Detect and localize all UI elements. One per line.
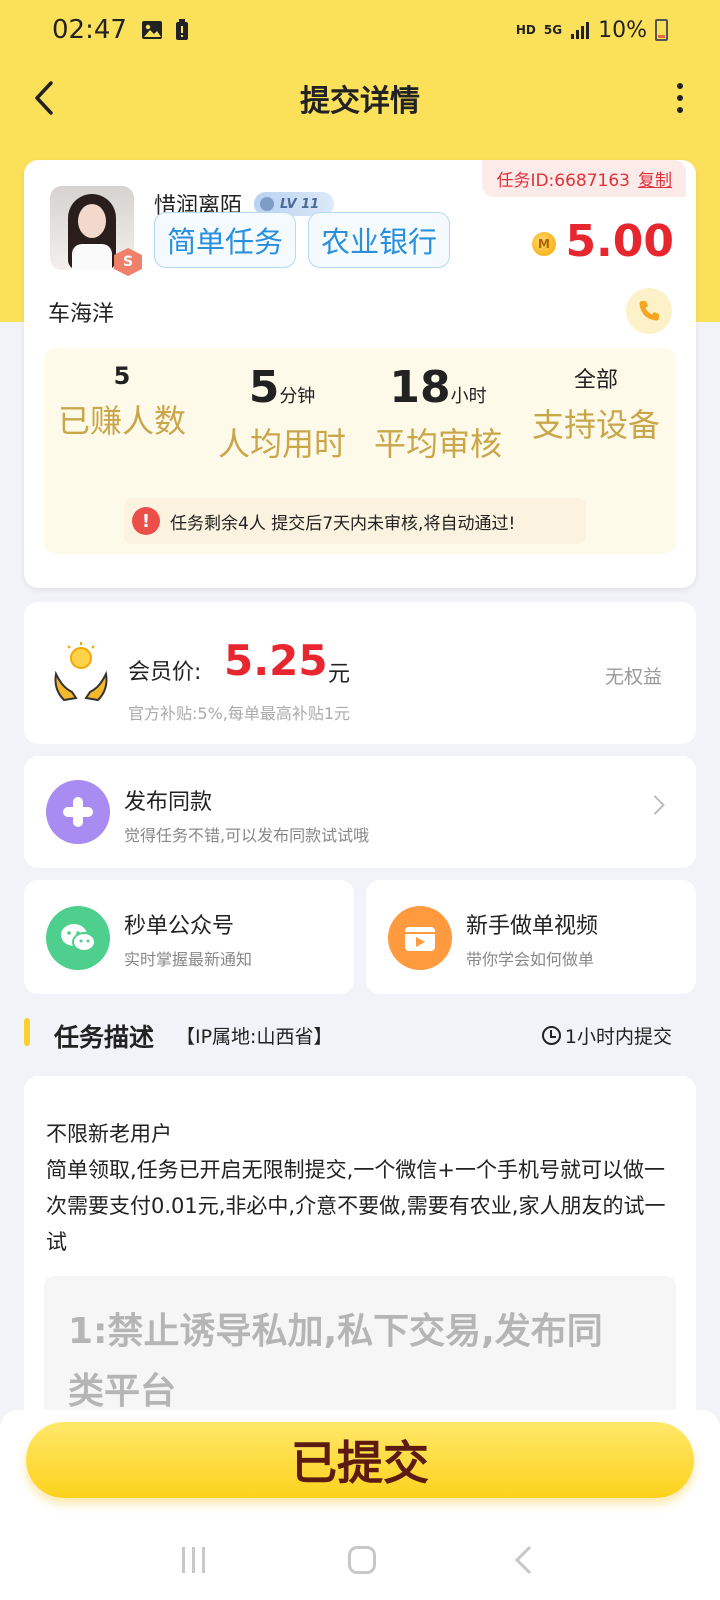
phone-icon bbox=[639, 301, 659, 321]
official-account-card[interactable]: 秒单公众号 实时掌握最新通知 bbox=[24, 880, 354, 994]
member-price-card: 会员价: 5.25 元 官方补贴:5%,每单最高补贴1元 无权益 bbox=[24, 602, 696, 744]
publish-subtitle: 觉得任务不错,可以发布同款试试哦 bbox=[124, 826, 370, 845]
member-rights[interactable]: 无权益 bbox=[605, 662, 662, 689]
stat-avg-time-unit: 分钟 bbox=[279, 386, 316, 407]
ip-location: 【IP属地:山西省】 bbox=[176, 1026, 333, 1048]
video-icon bbox=[388, 906, 452, 970]
task-price: 5.00 bbox=[565, 216, 674, 267]
battery-percent: 10% bbox=[598, 17, 647, 43]
coin-icon: M bbox=[532, 232, 556, 256]
stat-earned-label: 已赚人数 bbox=[57, 402, 186, 440]
stat-avg-time: 5分钟 人均用时 bbox=[204, 362, 360, 465]
home-icon[interactable] bbox=[347, 1546, 376, 1574]
publish-same-card[interactable]: 发布同款 觉得任务不错,可以发布同款试试哦 bbox=[24, 756, 696, 868]
task-summary-card: 任务ID:6687163 复制 S 惜润离陌 LV 11 简单任务 农业银行 M… bbox=[24, 160, 696, 588]
level-icon bbox=[260, 197, 274, 211]
stat-review-unit: 小时 bbox=[450, 386, 487, 407]
status-bar: 02:47 HD 5G 10% bbox=[0, 0, 720, 60]
battery-alert-icon bbox=[175, 19, 188, 40]
task-id-badge: 任务ID:6687163 复制 bbox=[482, 160, 686, 197]
stat-device-value: 全部 bbox=[573, 368, 618, 393]
nav-bar: 提交详情 bbox=[0, 60, 720, 136]
official-account-subtitle: 实时掌握最新通知 bbox=[124, 950, 253, 969]
rule-text: 1:禁止诱导私加,私下交易,发布同类平台 bbox=[68, 1311, 603, 1412]
copy-link[interactable]: 复制 bbox=[638, 166, 672, 191]
chevron-right-icon bbox=[645, 795, 665, 815]
submit-deadline: 1小时内提交 bbox=[541, 1022, 672, 1049]
submitted-button[interactable]: 已提交 bbox=[26, 1422, 694, 1498]
member-price-label: 会员价: bbox=[128, 660, 202, 685]
plus-icon bbox=[46, 780, 110, 844]
level-text: LV 11 bbox=[280, 196, 320, 212]
stat-review-label: 平均审核 bbox=[373, 425, 502, 463]
back-button[interactable] bbox=[22, 76, 66, 120]
coin-hands-icon bbox=[54, 642, 108, 702]
stat-avg-time-label: 人均用时 bbox=[217, 425, 346, 463]
task-description-card: 不限新老用户 简单领取,任务已开启无限制提交,一个微信+一个手机号就可以做一次需… bbox=[24, 1076, 696, 1436]
bottom-action-bar: 已提交 bbox=[0, 1410, 720, 1600]
stat-review: 18小时 平均审核 bbox=[360, 362, 516, 465]
member-price: 5.25 bbox=[224, 636, 328, 685]
system-nav-bar bbox=[0, 1530, 720, 1590]
network-indicator: 5G bbox=[543, 23, 563, 37]
task-description-header: 任务描述 【IP属地:山西省】 1小时内提交 bbox=[24, 1014, 696, 1054]
description-line: 简单领取,任务已开启无限制提交,一个微信+一个手机号就可以做一次需要支付0.01… bbox=[46, 1158, 666, 1254]
stat-device: 全部 支持设备 bbox=[516, 362, 676, 446]
image-icon bbox=[141, 21, 162, 39]
member-subsidy: 官方补贴:5%,每单最高补贴1元 bbox=[128, 704, 351, 723]
section-title: 任务描述 bbox=[54, 1023, 155, 1052]
publish-title: 发布同款 bbox=[124, 790, 213, 815]
stat-earned: 5 已赚人数 bbox=[44, 362, 200, 442]
more-button[interactable] bbox=[668, 76, 692, 120]
submit-deadline-text: 1小时内提交 bbox=[564, 1026, 672, 1048]
stat-avg-time-value: 5 bbox=[248, 362, 280, 413]
stats-panel: 5 已赚人数 5分钟 人均用时 18小时 平均审核 全部 支持设备 ! 任务剩余… bbox=[44, 348, 676, 554]
notice-text: 任务剩余4人 提交后7天内未审核,将自动通过! bbox=[170, 513, 516, 534]
phone-button[interactable] bbox=[626, 288, 672, 334]
owner-name: 车海洋 bbox=[48, 302, 115, 327]
more-dot-icon bbox=[677, 107, 683, 113]
description-line: 不限新老用户 bbox=[46, 1122, 172, 1146]
signal-icon bbox=[571, 22, 590, 39]
tutorial-video-subtitle: 带你学会如何做单 bbox=[466, 950, 595, 969]
notice-banner: ! 任务剩余4人 提交后7天内未审核,将自动通过! bbox=[124, 498, 586, 544]
stat-earned-value: 5 bbox=[113, 362, 131, 390]
battery-icon bbox=[655, 19, 668, 41]
tutorial-video-card[interactable]: 新手做单视频 带你学会如何做单 bbox=[366, 880, 696, 994]
status-time: 02:47 bbox=[52, 15, 127, 45]
section-accent-bar bbox=[24, 1018, 30, 1046]
stat-review-value: 18 bbox=[389, 362, 451, 413]
official-account-title: 秒单公众号 bbox=[124, 914, 235, 939]
back-nav-icon[interactable] bbox=[514, 1545, 543, 1575]
member-price-unit: 元 bbox=[328, 662, 351, 687]
more-dot-icon bbox=[677, 95, 683, 101]
hd-indicator: HD bbox=[515, 23, 536, 37]
stat-device-label: 支持设备 bbox=[531, 406, 660, 444]
more-dot-icon bbox=[677, 83, 683, 89]
clock-icon bbox=[541, 1026, 561, 1045]
wechat-icon bbox=[46, 906, 110, 970]
tutorial-video-title: 新手做单视频 bbox=[466, 914, 599, 939]
chevron-left-icon bbox=[35, 81, 53, 115]
tag-simple-task: 简单任务 bbox=[154, 212, 296, 268]
task-id: 任务ID:6687163 bbox=[496, 171, 630, 191]
page-title: 提交详情 bbox=[300, 84, 420, 119]
description-text: 不限新老用户 简单领取,任务已开启无限制提交,一个微信+一个手机号就可以做一次需… bbox=[46, 1116, 678, 1260]
recent-apps-icon[interactable] bbox=[181, 1547, 205, 1573]
tag-bank: 农业银行 bbox=[308, 212, 450, 268]
alert-icon: ! bbox=[132, 507, 160, 535]
